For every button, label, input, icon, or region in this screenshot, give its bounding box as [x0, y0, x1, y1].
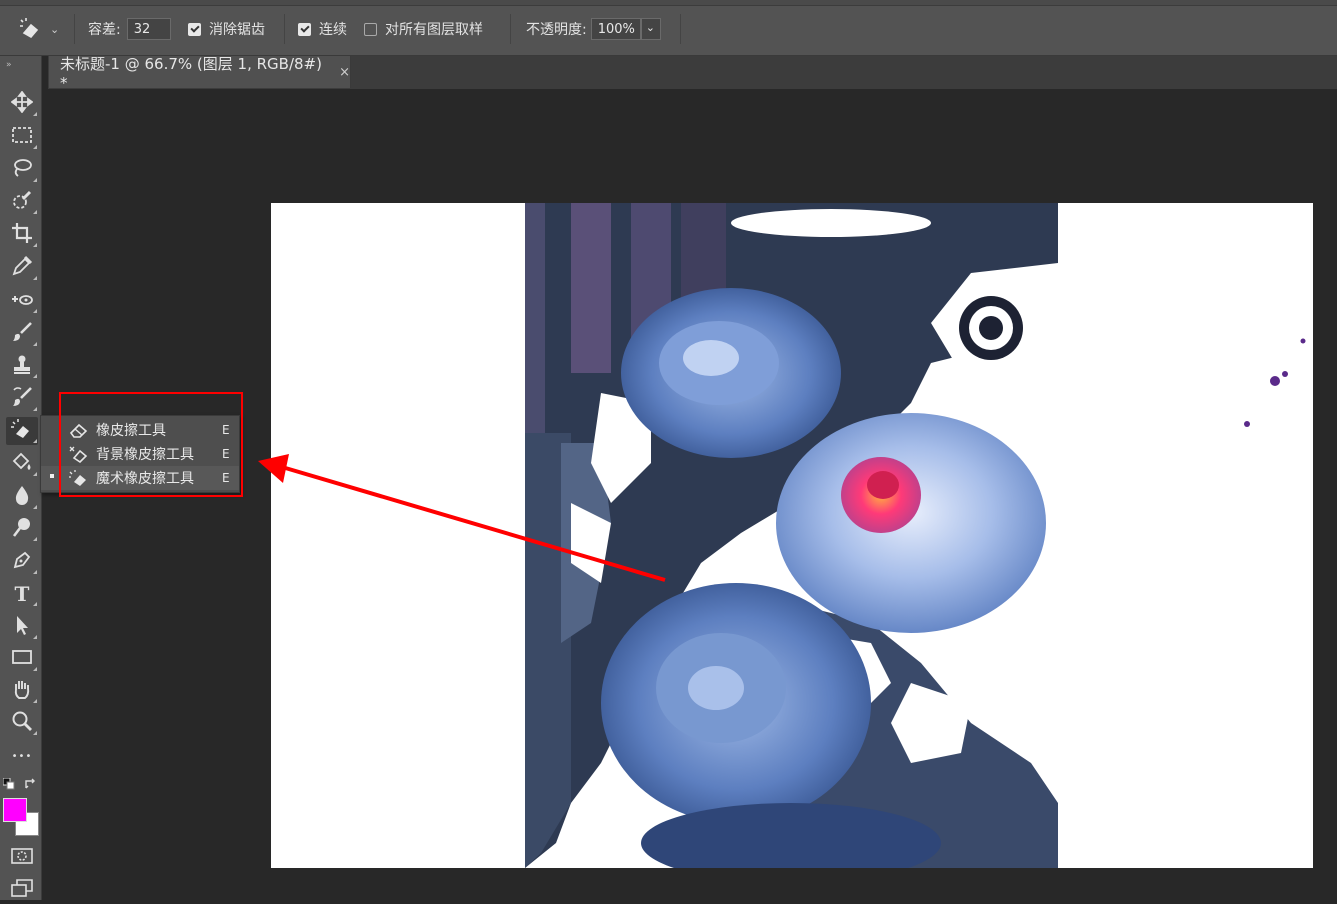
path-select-tool[interactable] — [6, 613, 38, 641]
annotation-highlight-box — [59, 392, 243, 497]
magic-eraser-icon — [18, 16, 44, 42]
screen-mode-icon — [11, 879, 33, 901]
lasso-tool[interactable] — [6, 156, 38, 184]
antialias-label: 消除锯齿 — [209, 22, 265, 38]
quick-mask-icon — [11, 847, 33, 869]
divider — [284, 14, 285, 44]
brush-tool[interactable] — [6, 320, 38, 348]
type-tool[interactable]: T — [6, 580, 38, 608]
dodge-icon — [11, 516, 33, 542]
eraser-tool[interactable] — [6, 417, 38, 445]
document-tab-title: 未标题-1 @ 66.7% (图层 1, RGB/8#) * — [60, 54, 322, 92]
zoom-icon — [11, 710, 33, 736]
sample-all-layers-label: 对所有图层取样 — [385, 22, 483, 38]
chevron-down-icon: ⌄ — [50, 22, 60, 36]
rect-marquee-icon — [11, 125, 33, 149]
collapse-panel-icon[interactable]: » — [6, 60, 12, 70]
swap-colors-icon[interactable] — [24, 778, 38, 794]
divider — [510, 14, 511, 44]
contiguous-checkbox[interactable]: 连续 — [298, 17, 347, 41]
chevron-down-icon: ⌄ — [645, 21, 655, 34]
crop-icon — [11, 222, 33, 248]
contiguous-label: 连续 — [319, 22, 347, 38]
quick-select-icon — [11, 189, 33, 215]
opacity-dropdown-button[interactable]: ⌄ — [640, 18, 661, 40]
paint-bucket-tool[interactable] — [6, 450, 38, 478]
magic-eraser-icon — [10, 418, 34, 444]
stamp-icon — [11, 353, 33, 379]
quick-mask-button[interactable] — [6, 844, 38, 872]
antialias-checkbox[interactable]: 消除锯齿 — [188, 17, 265, 41]
document-tab[interactable]: 未标题-1 @ 66.7% (图层 1, RGB/8#) * × — [49, 55, 351, 92]
tool-preset-picker[interactable]: ⌄ — [18, 17, 59, 41]
opacity-label: 不透明度: — [526, 22, 587, 38]
rose-image-erased — [525, 203, 1306, 868]
healing-icon — [10, 288, 34, 314]
move-tool[interactable] — [6, 90, 38, 118]
default-colors-icon[interactable] — [2, 777, 15, 794]
pen-icon — [11, 549, 33, 575]
divider — [680, 14, 681, 44]
opacity-input[interactable]: 100% — [590, 18, 641, 40]
hand-tool[interactable] — [6, 677, 38, 705]
eyedropper-icon — [11, 255, 33, 281]
checkbox-checked-icon — [188, 22, 201, 36]
foreground-color-swatch[interactable] — [3, 798, 27, 822]
eyedropper-tool[interactable] — [6, 254, 38, 282]
divider — [74, 14, 75, 44]
tolerance-label: 容差: — [88, 22, 121, 38]
marquee-tool[interactable] — [6, 123, 38, 151]
blur-tool[interactable] — [6, 483, 38, 511]
paint-bucket-icon — [11, 451, 33, 477]
history-brush-icon — [11, 386, 33, 412]
rectangle-icon — [11, 647, 33, 671]
brush-icon — [11, 321, 33, 347]
crop-tool[interactable] — [6, 221, 38, 249]
quick-select-tool[interactable] — [6, 188, 38, 216]
menu-bar-strip — [0, 0, 1337, 6]
zoom-tool[interactable] — [6, 709, 38, 737]
ellipsis-icon: ••• — [11, 750, 33, 762]
dodge-tool[interactable] — [6, 515, 38, 543]
sample-all-layers-checkbox[interactable]: 对所有图层取样 — [364, 17, 483, 41]
lasso-icon — [11, 157, 33, 183]
document-tab-bar: 未标题-1 @ 66.7% (图层 1, RGB/8#) * × — [48, 55, 1337, 92]
hand-icon — [11, 678, 33, 704]
shape-tool[interactable] — [6, 645, 38, 673]
drop-icon — [11, 484, 33, 510]
options-bar: ⌄ 容差: 32 消除锯齿 连续 对所有图层取样 不透明度: 100% ⌄ — [0, 0, 1337, 56]
opacity-group: 不透明度: 100% ⌄ — [526, 17, 661, 41]
tolerance-input[interactable]: 32 — [126, 18, 171, 40]
color-swatches — [3, 798, 39, 838]
selected-indicator — [50, 474, 54, 478]
checkbox-checked-icon — [298, 22, 311, 36]
checkbox-unchecked-icon — [364, 22, 377, 36]
arrow-icon — [11, 614, 33, 640]
pen-tool[interactable] — [6, 548, 38, 576]
history-brush-tool[interactable] — [6, 385, 38, 413]
stamp-tool[interactable] — [6, 352, 38, 380]
tools-panel: » T ••• — [0, 56, 42, 900]
more-tools[interactable]: ••• — [6, 742, 38, 770]
tolerance-group: 容差: 32 — [88, 17, 171, 41]
healing-tool[interactable] — [6, 287, 38, 315]
type-icon: T — [14, 582, 30, 606]
close-icon[interactable]: × — [339, 65, 350, 80]
document-canvas[interactable] — [271, 203, 1313, 868]
move-icon — [10, 90, 34, 117]
